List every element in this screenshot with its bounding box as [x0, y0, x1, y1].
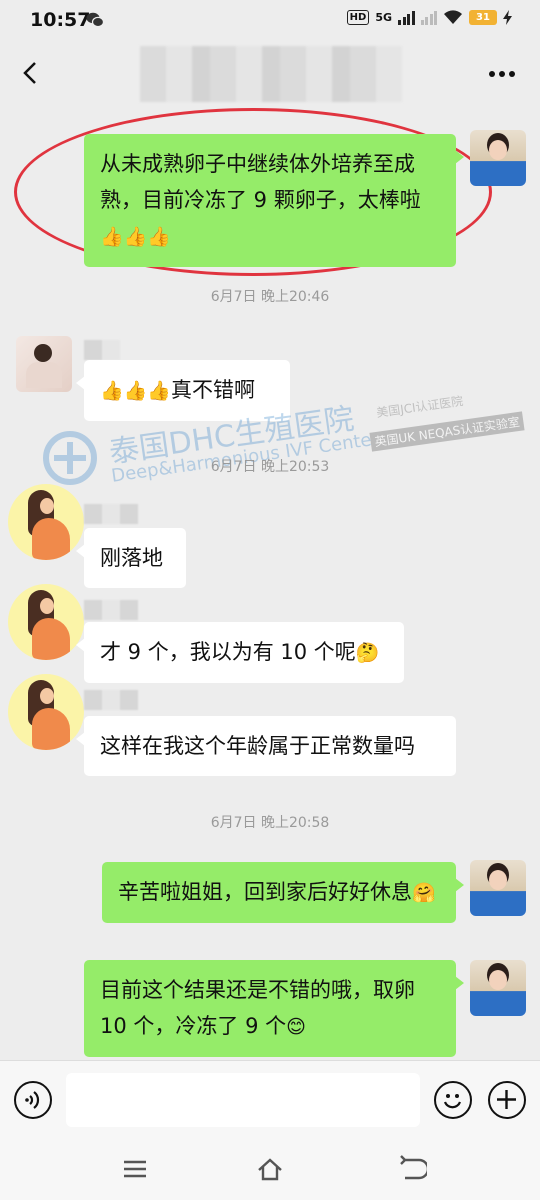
timestamp: 6月7日 晚上20:46	[210, 289, 330, 305]
charging-icon	[503, 10, 512, 25]
status-bar: 10:57 HD 5G 31	[0, 0, 540, 42]
input-bar	[0, 1060, 540, 1140]
timestamp: 6月7日 晚上20:53	[210, 459, 330, 475]
message-bubble[interactable]: 👍👍👍真不错啊	[76, 360, 290, 421]
message-bubble[interactable]: 目前这个结果还是不错的哦，取卵 10 个，冷冻了 9 个😊	[84, 960, 464, 1057]
message-emoji: 😊	[286, 1016, 306, 1038]
back-nav-icon[interactable]	[397, 1154, 427, 1184]
message-emoji: 👍👍👍	[100, 226, 171, 248]
sender-name-redacted	[84, 504, 138, 524]
wechat-notification-icon	[86, 12, 104, 28]
emoji-button[interactable]	[434, 1081, 472, 1119]
message-emoji: 🤗	[412, 882, 436, 904]
message-emoji: 👍👍👍	[100, 380, 171, 402]
message-bubble[interactable]: 才 9 个，我以为有 10 个呢🤔	[76, 622, 404, 683]
message-text: 这样在我这个年龄属于正常数量吗	[100, 734, 415, 758]
sender-name-redacted	[84, 340, 120, 360]
plus-icon	[497, 1090, 516, 1109]
menu-icon[interactable]	[120, 1154, 150, 1184]
sender-name-redacted	[84, 690, 138, 710]
chat-header	[0, 42, 540, 108]
hd-badge: HD	[346, 10, 370, 25]
user-avatar[interactable]	[8, 674, 84, 750]
staff-avatar[interactable]	[470, 960, 526, 1016]
message-text: 辛苦啦姐姐，回到家后好好休息	[118, 880, 412, 904]
voice-input-button[interactable]	[14, 1081, 52, 1119]
signal-2-icon	[420, 10, 437, 25]
status-time: 10:57	[30, 9, 91, 31]
staff-avatar[interactable]	[470, 130, 526, 186]
system-nav-bar	[0, 1140, 540, 1200]
message-bubble[interactable]: 辛苦啦姐姐，回到家后好好休息🤗	[102, 862, 464, 923]
chat-area[interactable]: 从未成熟卵子中继续体外培养至成熟，目前冷冻了 9 颗卵子，太棒啦 👍👍👍 6月7日…	[0, 108, 540, 1060]
sender-name-redacted	[84, 600, 138, 620]
message-text: 才 9 个，我以为有 10 个呢	[100, 640, 356, 664]
watermark-badge-2: 英国UK NEQAS认证实验室	[369, 411, 525, 452]
more-functions-button[interactable]	[488, 1081, 526, 1119]
message-text: 从未成熟卵子中继续体外培养至成熟，目前冷冻了 9 颗卵子，太棒啦	[100, 152, 421, 212]
voice-icon	[25, 1091, 40, 1109]
message-input[interactable]	[66, 1073, 420, 1127]
network-label: 5G	[375, 11, 392, 24]
timestamp: 6月7日 晚上20:58	[210, 815, 330, 831]
staff-avatar[interactable]	[470, 860, 526, 916]
user-avatar[interactable]	[8, 484, 84, 560]
chat-title-redacted	[140, 46, 402, 102]
more-options-icon[interactable]	[488, 70, 516, 78]
message-bubble[interactable]: 从未成熟卵子中继续体外培养至成熟，目前冷冻了 9 颗卵子，太棒啦 👍👍👍	[84, 134, 464, 267]
message-text: 真不错啊	[170, 378, 255, 402]
wifi-icon	[444, 10, 462, 24]
message-bubble[interactable]: 这样在我这个年龄属于正常数量吗	[76, 716, 456, 776]
battery-icon: 31	[469, 10, 497, 25]
message-text: 刚落地	[100, 546, 163, 570]
message-emoji: 🤔	[355, 642, 380, 664]
message-bubble[interactable]: 刚落地	[76, 528, 186, 588]
user-avatar[interactable]	[16, 336, 72, 392]
watermark-badge-1: 美国JCI认证医院	[375, 393, 465, 421]
smiley-icon	[443, 1094, 462, 1109]
back-arrow-icon[interactable]	[16, 58, 46, 88]
signal-icon	[398, 10, 415, 25]
message-text: 目前这个结果还是不错的哦，取卵 10 个，冷冻了 9 个	[100, 978, 415, 1038]
home-icon[interactable]	[255, 1154, 285, 1184]
status-icons: HD 5G 31	[346, 10, 512, 25]
user-avatar[interactable]	[8, 584, 84, 660]
